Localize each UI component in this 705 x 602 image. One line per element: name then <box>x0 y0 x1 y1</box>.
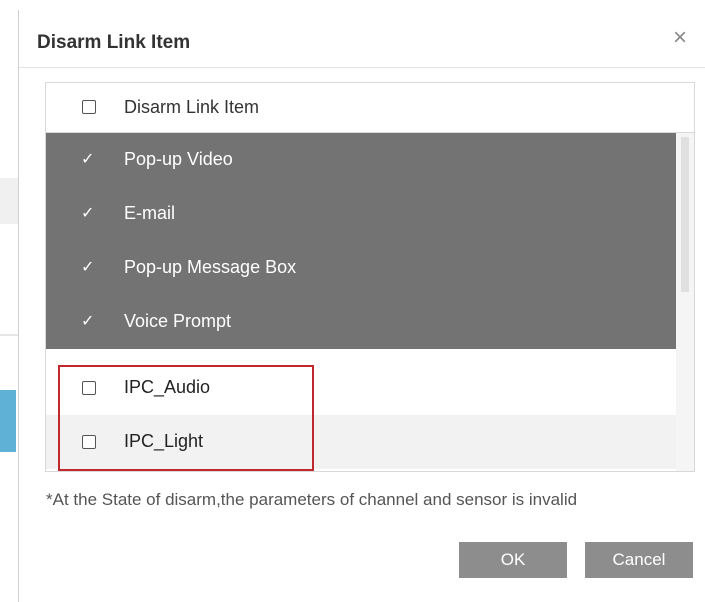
disarm-note: *At the State of disarm,the parameters o… <box>46 490 578 509</box>
list-item-label: Pop-up Message Box <box>124 257 297 277</box>
item-checkbox[interactable] <box>82 381 96 395</box>
check-icon[interactable]: ✓ <box>81 152 94 168</box>
check-icon[interactable]: ✓ <box>81 314 94 330</box>
list-item[interactable]: ✓ E-mail <box>46 187 678 241</box>
list-header-label: Disarm Link Item <box>124 97 260 117</box>
list-item[interactable]: ✓ Voice Prompt <box>46 295 678 349</box>
list-item-label: Pop-up Video <box>124 149 233 169</box>
select-all-checkbox[interactable] <box>82 100 96 114</box>
background-panel <box>0 178 18 224</box>
dialog-header: Disarm Link Item × <box>19 10 705 68</box>
list-item[interactable]: IPC_Audio <box>46 361 678 415</box>
item-checkbox[interactable] <box>82 435 96 449</box>
scrollbar-thumb[interactable] <box>681 137 689 292</box>
list-item-label: IPC_Audio <box>124 377 211 397</box>
close-icon[interactable]: × <box>673 26 687 50</box>
background-accent <box>0 390 16 452</box>
check-icon[interactable]: ✓ <box>81 206 94 222</box>
link-item-list: Disarm Link Item ✓ Pop-up Video ✓ E-mail… <box>45 82 695 472</box>
check-icon[interactable]: ✓ <box>81 260 94 276</box>
list-item[interactable]: ✓ Pop-up Video <box>46 133 678 187</box>
ok-button[interactable]: OK <box>459 542 567 578</box>
list-item-label: IPC_Light <box>124 431 204 451</box>
list-item-label: E-mail <box>124 203 176 223</box>
list-item[interactable]: ✓ Pop-up Message Box <box>46 241 678 295</box>
list-item-label: Voice Prompt <box>124 311 232 331</box>
background-divider <box>0 334 18 336</box>
dialog-title: Disarm Link Item <box>37 32 191 53</box>
list-header: Disarm Link Item <box>46 83 694 133</box>
cancel-button[interactable]: Cancel <box>585 542 693 578</box>
disarm-link-dialog: Disarm Link Item × Disarm Link Item ✓ Po… <box>18 10 705 602</box>
list-scrollbar[interactable] <box>676 133 694 471</box>
list-item[interactable]: IPC_Light <box>46 415 678 469</box>
